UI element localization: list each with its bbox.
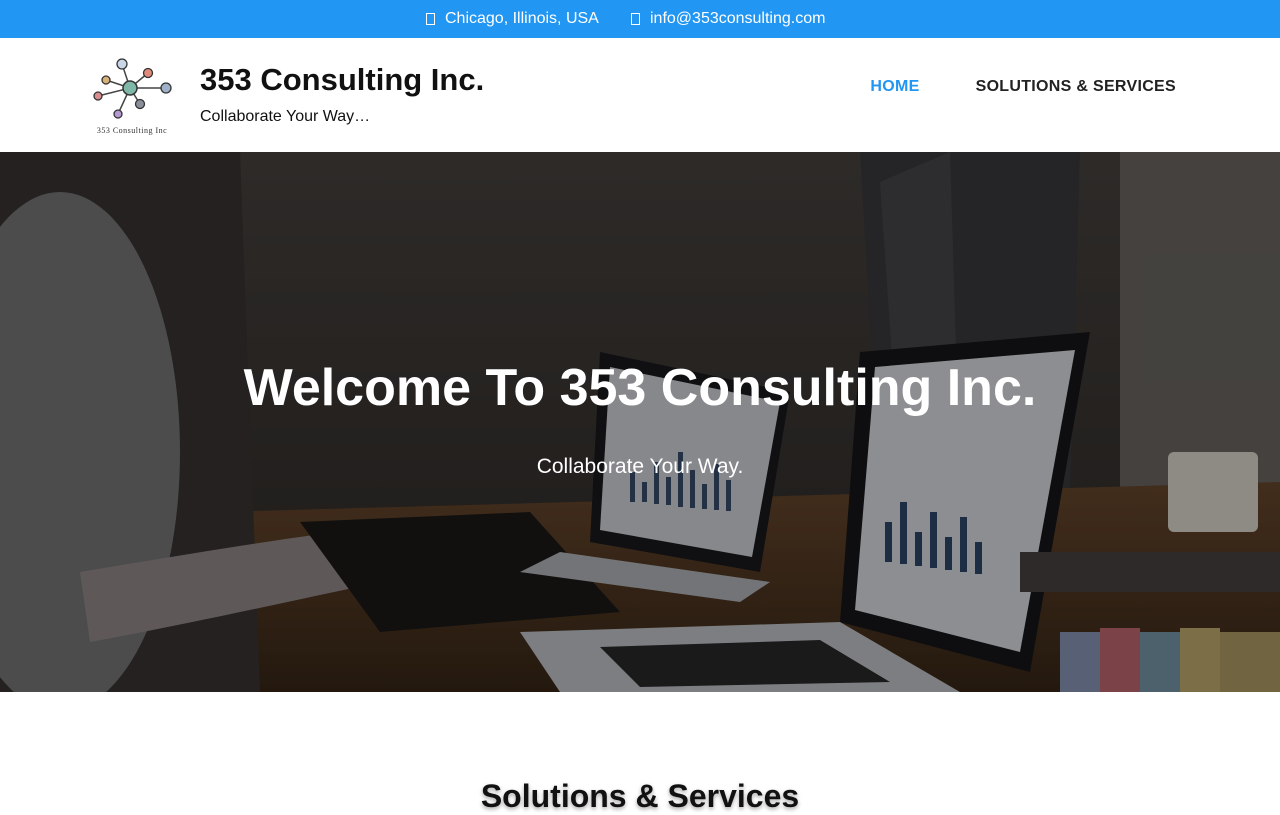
site-title[interactable]: 353 Consulting Inc. — [200, 62, 484, 98]
logo-caption: 353 Consulting Inc — [96, 126, 168, 135]
email-info[interactable]: info@353consulting.com — [631, 10, 825, 28]
top-info-bar: Chicago, Illinois, USA info@353consultin… — [0, 0, 1280, 38]
location-text: Chicago, Illinois, USA — [445, 10, 599, 27]
main-nav: HOME SOLUTIONS & SERVICES — [870, 78, 1176, 96]
hero-subtitle: Collaborate Your Way. — [536, 455, 744, 478]
hero-overlay — [0, 152, 1280, 692]
site-header: 353 Consulting Inc 353 Consulting Inc. C… — [0, 38, 1280, 152]
nav-item-home[interactable]: HOME — [870, 78, 919, 96]
location-info: Chicago, Illinois, USA — [426, 10, 599, 28]
map-marker-icon — [426, 13, 435, 25]
email-link[interactable]: info@353consulting.com — [650, 10, 825, 28]
site-tagline: Collaborate Your Way… — [200, 108, 371, 125]
section-title: Solutions & Services — [480, 778, 800, 814]
envelope-icon — [631, 13, 640, 25]
network-logo-icon — [93, 58, 172, 119]
site-logo[interactable]: 353 Consulting Inc — [80, 56, 184, 138]
nav-item-solutions-services[interactable]: SOLUTIONS & SERVICES — [976, 78, 1176, 96]
hero-banner: Welcome To 353 Consulting Inc. Collabora… — [0, 152, 1280, 692]
hero-title: Welcome To 353 Consulting Inc. — [243, 359, 1037, 417]
